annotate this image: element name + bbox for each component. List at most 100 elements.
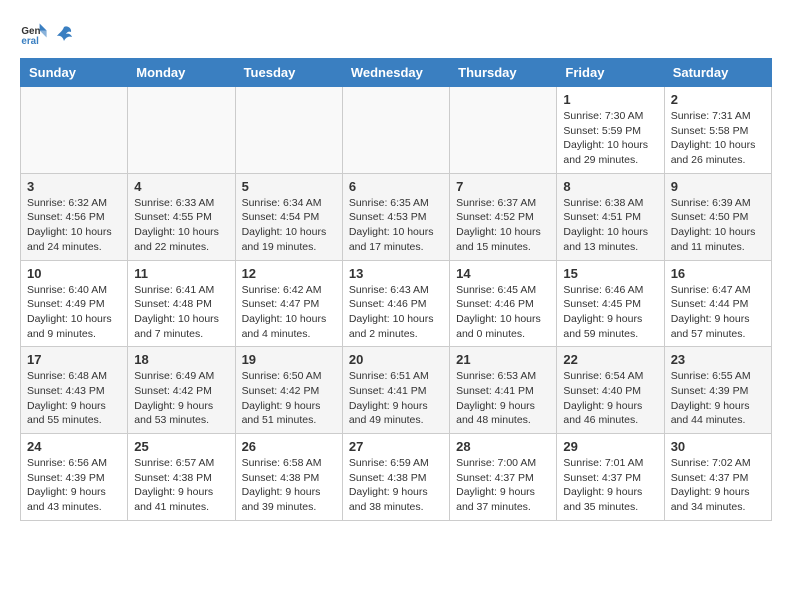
day-number: 28 — [456, 439, 550, 454]
calendar-cell: 19 Sunrise: 6:50 AM Sunset: 4:42 PM Dayli… — [235, 347, 342, 434]
calendar-cell: 13 Sunrise: 6:43 AM Sunset: 4:46 PM Dayli… — [342, 260, 449, 347]
calendar-cell: 21 Sunrise: 6:53 AM Sunset: 4:41 PM Dayli… — [450, 347, 557, 434]
calendar-cell: 25 Sunrise: 6:57 AM Sunset: 4:38 PM Dayli… — [128, 434, 235, 521]
calendar-cell: 28Sunrise: 7:00 AM Sunset: 4:37 PM Dayli… — [450, 434, 557, 521]
calendar-cell: 15 Sunrise: 6:46 AM Sunset: 4:45 PM Dayli… — [557, 260, 664, 347]
day-info: Sunrise: 6:38 AM Sunset: 4:51 PM Dayligh… — [563, 196, 657, 255]
calendar-cell: 16 Sunrise: 6:47 AM Sunset: 4:44 PM Dayli… — [664, 260, 771, 347]
day-info: Sunrise: 6:40 AM Sunset: 4:49 PM Dayligh… — [27, 283, 121, 342]
day-number: 14 — [456, 266, 550, 281]
calendar-cell: 3 Sunrise: 6:32 AM Sunset: 4:56 PM Daylig… — [21, 173, 128, 260]
calendar-cell: 7 Sunrise: 6:37 AM Sunset: 4:52 PM Daylig… — [450, 173, 557, 260]
day-info: Sunrise: 6:49 AM Sunset: 4:42 PM Dayligh… — [134, 369, 228, 428]
calendar-cell — [450, 87, 557, 174]
column-header-saturday: Saturday — [664, 59, 771, 87]
day-number: 24 — [27, 439, 121, 454]
day-info: Sunrise: 6:45 AM Sunset: 4:46 PM Dayligh… — [456, 283, 550, 342]
day-info: Sunrise: 7:31 AM Sunset: 5:58 PM Dayligh… — [671, 109, 765, 168]
calendar-cell: 6 Sunrise: 6:35 AM Sunset: 4:53 PM Daylig… — [342, 173, 449, 260]
day-number: 19 — [242, 352, 336, 367]
calendar-header-row: SundayMondayTuesdayWednesdayThursdayFrid… — [21, 59, 772, 87]
logo-icon: Gen eral — [20, 20, 48, 48]
calendar-cell: 10 Sunrise: 6:40 AM Sunset: 4:49 PM Dayli… — [21, 260, 128, 347]
calendar-cell — [21, 87, 128, 174]
calendar-cell: 24 Sunrise: 6:56 AM Sunset: 4:39 PM Dayli… — [21, 434, 128, 521]
calendar-cell: 17 Sunrise: 6:48 AM Sunset: 4:43 PM Dayli… — [21, 347, 128, 434]
calendar-cell — [128, 87, 235, 174]
day-number: 7 — [456, 179, 550, 194]
column-header-thursday: Thursday — [450, 59, 557, 87]
day-info: Sunrise: 6:43 AM Sunset: 4:46 PM Dayligh… — [349, 283, 443, 342]
calendar-week-row: 24 Sunrise: 6:56 AM Sunset: 4:39 PM Dayli… — [21, 434, 772, 521]
calendar-cell — [235, 87, 342, 174]
calendar-table: SundayMondayTuesdayWednesdayThursdayFrid… — [20, 58, 772, 521]
calendar-cell: 5 Sunrise: 6:34 AM Sunset: 4:54 PM Daylig… — [235, 173, 342, 260]
calendar-cell: 18 Sunrise: 6:49 AM Sunset: 4:42 PM Dayli… — [128, 347, 235, 434]
day-number: 17 — [27, 352, 121, 367]
day-info: Sunrise: 6:35 AM Sunset: 4:53 PM Dayligh… — [349, 196, 443, 255]
day-info: Sunrise: 6:34 AM Sunset: 4:54 PM Dayligh… — [242, 196, 336, 255]
day-number: 4 — [134, 179, 228, 194]
day-info: Sunrise: 7:30 AM Sunset: 5:59 PM Dayligh… — [563, 109, 657, 168]
logo-bird-icon — [53, 23, 75, 45]
column-header-friday: Friday — [557, 59, 664, 87]
day-info: Sunrise: 6:37 AM Sunset: 4:52 PM Dayligh… — [456, 196, 550, 255]
day-info: Sunrise: 6:58 AM Sunset: 4:38 PM Dayligh… — [242, 456, 336, 515]
day-info: Sunrise: 6:53 AM Sunset: 4:41 PM Dayligh… — [456, 369, 550, 428]
day-info: Sunrise: 6:48 AM Sunset: 4:43 PM Dayligh… — [27, 369, 121, 428]
day-info: Sunrise: 6:56 AM Sunset: 4:39 PM Dayligh… — [27, 456, 121, 515]
day-number: 3 — [27, 179, 121, 194]
svg-text:eral: eral — [21, 36, 39, 47]
day-info: Sunrise: 6:39 AM Sunset: 4:50 PM Dayligh… — [671, 196, 765, 255]
day-number: 9 — [671, 179, 765, 194]
calendar-week-row: 10 Sunrise: 6:40 AM Sunset: 4:49 PM Dayli… — [21, 260, 772, 347]
day-info: Sunrise: 6:51 AM Sunset: 4:41 PM Dayligh… — [349, 369, 443, 428]
column-header-tuesday: Tuesday — [235, 59, 342, 87]
day-info: Sunrise: 6:42 AM Sunset: 4:47 PM Dayligh… — [242, 283, 336, 342]
day-number: 21 — [456, 352, 550, 367]
day-number: 2 — [671, 92, 765, 107]
calendar-cell: 30Sunrise: 7:02 AM Sunset: 4:37 PM Dayli… — [664, 434, 771, 521]
day-number: 26 — [242, 439, 336, 454]
day-number: 22 — [563, 352, 657, 367]
calendar-cell: 8 Sunrise: 6:38 AM Sunset: 4:51 PM Daylig… — [557, 173, 664, 260]
calendar-week-row: 17 Sunrise: 6:48 AM Sunset: 4:43 PM Dayli… — [21, 347, 772, 434]
day-number: 11 — [134, 266, 228, 281]
day-info: Sunrise: 6:46 AM Sunset: 4:45 PM Dayligh… — [563, 283, 657, 342]
day-number: 5 — [242, 179, 336, 194]
calendar-week-row: 1Sunrise: 7:30 AM Sunset: 5:59 PM Daylig… — [21, 87, 772, 174]
day-number: 13 — [349, 266, 443, 281]
calendar-cell: 14 Sunrise: 6:45 AM Sunset: 4:46 PM Dayli… — [450, 260, 557, 347]
day-info: Sunrise: 6:55 AM Sunset: 4:39 PM Dayligh… — [671, 369, 765, 428]
column-header-monday: Monday — [128, 59, 235, 87]
calendar-cell: 22Sunrise: 6:54 AM Sunset: 4:40 PM Dayli… — [557, 347, 664, 434]
day-number: 15 — [563, 266, 657, 281]
day-info: Sunrise: 6:41 AM Sunset: 4:48 PM Dayligh… — [134, 283, 228, 342]
day-info: Sunrise: 6:33 AM Sunset: 4:55 PM Dayligh… — [134, 196, 228, 255]
logo: Gen eral — [20, 20, 76, 48]
day-number: 8 — [563, 179, 657, 194]
day-number: 10 — [27, 266, 121, 281]
day-number: 25 — [134, 439, 228, 454]
calendar-cell: 11 Sunrise: 6:41 AM Sunset: 4:48 PM Dayli… — [128, 260, 235, 347]
day-info: Sunrise: 6:32 AM Sunset: 4:56 PM Dayligh… — [27, 196, 121, 255]
calendar-cell: 27Sunrise: 6:59 AM Sunset: 4:38 PM Dayli… — [342, 434, 449, 521]
column-header-wednesday: Wednesday — [342, 59, 449, 87]
day-number: 29 — [563, 439, 657, 454]
header: Gen eral — [20, 20, 772, 48]
calendar-cell: 12Sunrise: 6:42 AM Sunset: 4:47 PM Dayli… — [235, 260, 342, 347]
day-info: Sunrise: 7:02 AM Sunset: 4:37 PM Dayligh… — [671, 456, 765, 515]
day-info: Sunrise: 6:57 AM Sunset: 4:38 PM Dayligh… — [134, 456, 228, 515]
column-header-sunday: Sunday — [21, 59, 128, 87]
day-number: 6 — [349, 179, 443, 194]
day-number: 23 — [671, 352, 765, 367]
day-number: 18 — [134, 352, 228, 367]
day-number: 20 — [349, 352, 443, 367]
calendar-cell: 20 Sunrise: 6:51 AM Sunset: 4:41 PM Dayli… — [342, 347, 449, 434]
day-info: Sunrise: 6:47 AM Sunset: 4:44 PM Dayligh… — [671, 283, 765, 342]
calendar-cell: 9 Sunrise: 6:39 AM Sunset: 4:50 PM Daylig… — [664, 173, 771, 260]
day-info: Sunrise: 6:50 AM Sunset: 4:42 PM Dayligh… — [242, 369, 336, 428]
calendar-cell: 23 Sunrise: 6:55 AM Sunset: 4:39 PM Dayli… — [664, 347, 771, 434]
calendar-cell — [342, 87, 449, 174]
day-number: 16 — [671, 266, 765, 281]
